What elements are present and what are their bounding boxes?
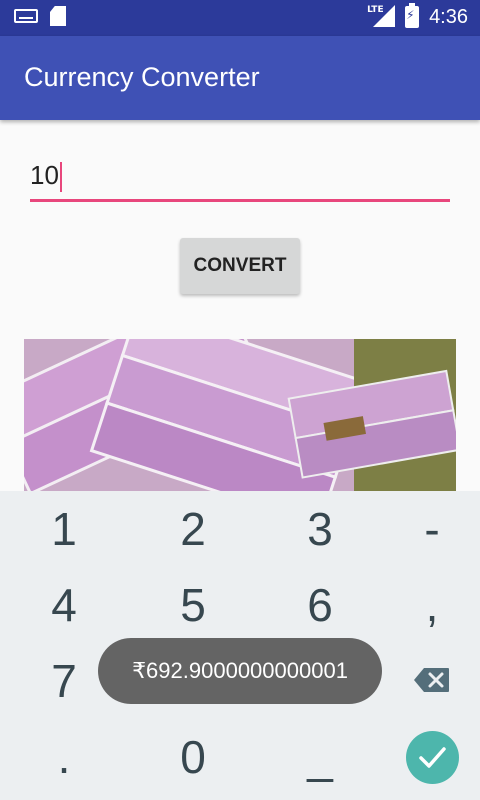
done-button[interactable] [406,731,459,784]
key-5[interactable]: 5 [133,567,253,643]
check-icon [419,747,446,768]
signal-icon: LTE [367,5,396,29]
key-minus[interactable]: - [372,491,480,567]
key-3[interactable]: 3 [260,491,380,567]
backspace-icon[interactable] [414,667,450,693]
app-title: Currency Converter [24,62,260,92]
status-time: 4:36 [429,5,468,28]
key-1[interactable]: 1 [4,491,124,567]
result-toast: ₹692.9000000000001 [98,638,382,704]
status-bar: LTE 4:36 [0,0,480,36]
key-6[interactable]: 6 [260,567,380,643]
key-comma[interactable]: , [372,567,480,643]
convert-button[interactable]: CONVERT [180,238,300,294]
key-underscore[interactable]: _ [260,719,380,795]
key-0[interactable]: 0 [133,719,253,795]
notes-illustration [24,339,456,491]
currency-notes-image [24,339,456,491]
text-cursor [60,162,62,192]
amount-field[interactable] [30,152,450,202]
key-4[interactable]: 4 [4,567,124,643]
key-2[interactable]: 2 [133,491,253,567]
sd-card-icon [50,6,66,26]
app-bar: Currency Converter [0,36,480,120]
battery-charging-icon [405,3,420,28]
input-underline [30,199,450,202]
key-period[interactable]: . [4,719,124,795]
keyboard-icon [14,9,38,23]
amount-input[interactable] [30,152,450,198]
